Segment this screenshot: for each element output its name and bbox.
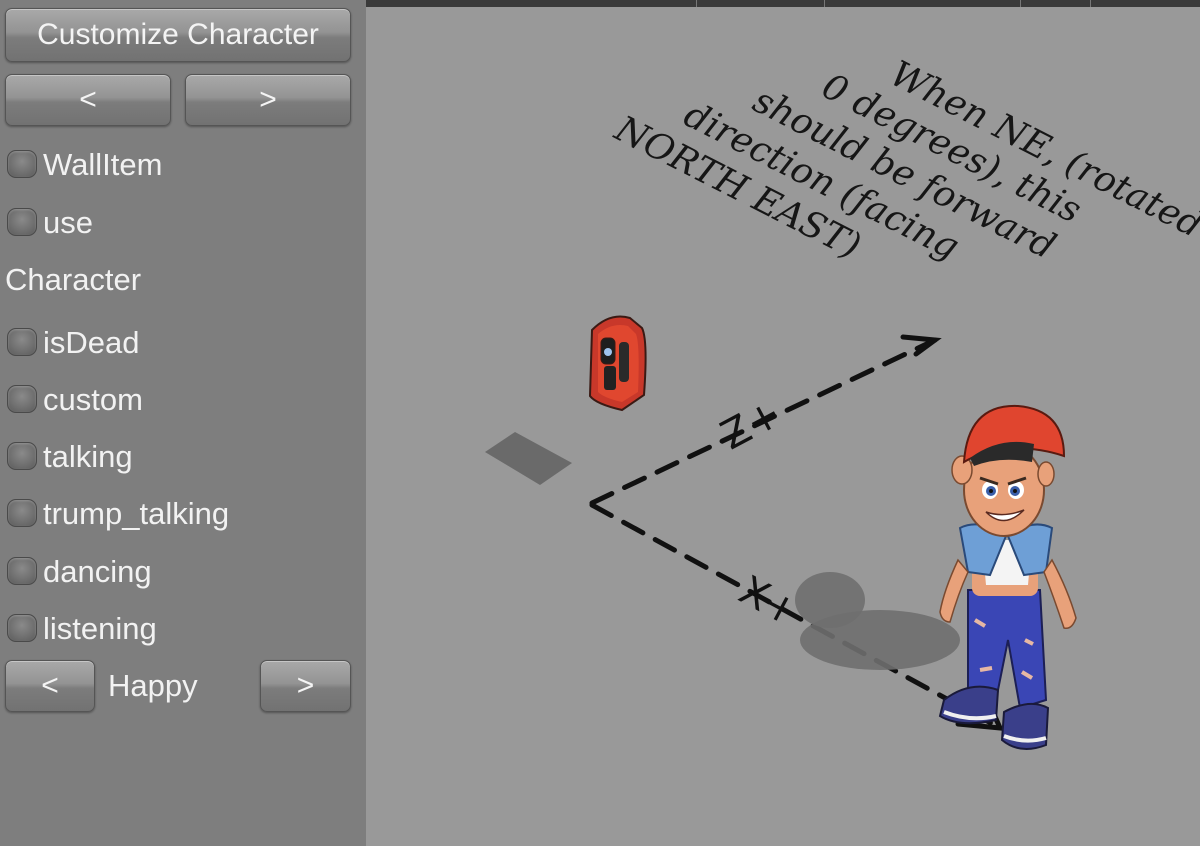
mood-value: Happy (108, 668, 198, 703)
wall-phone-item[interactable] (588, 315, 647, 412)
player-character[interactable] (938, 404, 1077, 750)
toggle-trump-talking[interactable]: trump_talking (4, 491, 229, 535)
toggle-custom[interactable]: custom (4, 377, 143, 421)
toggle-isdead[interactable]: isDead (4, 320, 140, 364)
toggle-label: WallItem (43, 146, 163, 182)
checkbox-icon[interactable] (7, 557, 37, 585)
toggle-listening[interactable]: listening (4, 606, 157, 650)
customize-panel: Customize Character < > WallItem use Cha… (0, 0, 366, 846)
checkbox-icon[interactable] (7, 208, 37, 236)
mood-prev-button[interactable]: < (5, 660, 95, 712)
mood-next-button[interactable]: > (260, 660, 351, 712)
checkbox-icon[interactable] (7, 150, 37, 178)
toggle-label: listening (43, 610, 157, 646)
item-shadow (485, 432, 572, 485)
toggle-label: custom (43, 381, 143, 417)
toggle-label: trump_talking (43, 495, 230, 531)
toggle-dancing[interactable]: dancing (4, 549, 152, 593)
toggle-talking[interactable]: talking (4, 434, 133, 478)
toggle-use[interactable]: use (4, 200, 93, 244)
checkbox-icon[interactable] (7, 614, 37, 642)
toggle-label: use (43, 204, 93, 240)
toggle-label: dancing (43, 553, 152, 589)
axis-x-line (589, 502, 1003, 731)
customize-character-button[interactable]: Customize Character (5, 8, 351, 62)
toggle-label: isDead (43, 324, 140, 360)
toggle-wallitem[interactable]: WallItem (4, 142, 162, 186)
axis-lines (589, 334, 1004, 731)
toggle-label: talking (43, 438, 133, 474)
checkbox-icon[interactable] (7, 328, 37, 356)
checkbox-icon[interactable] (7, 499, 37, 527)
checkbox-icon[interactable] (7, 442, 37, 470)
section-character-label: Character (5, 262, 142, 297)
next-button[interactable]: > (185, 74, 351, 126)
floor-note: When NE, (rotated 0 degrees), this shoul… (608, 53, 1200, 268)
axis-z-label: Z+ (714, 390, 789, 459)
prev-button[interactable]: < (5, 74, 171, 126)
checkbox-icon[interactable] (7, 385, 37, 413)
